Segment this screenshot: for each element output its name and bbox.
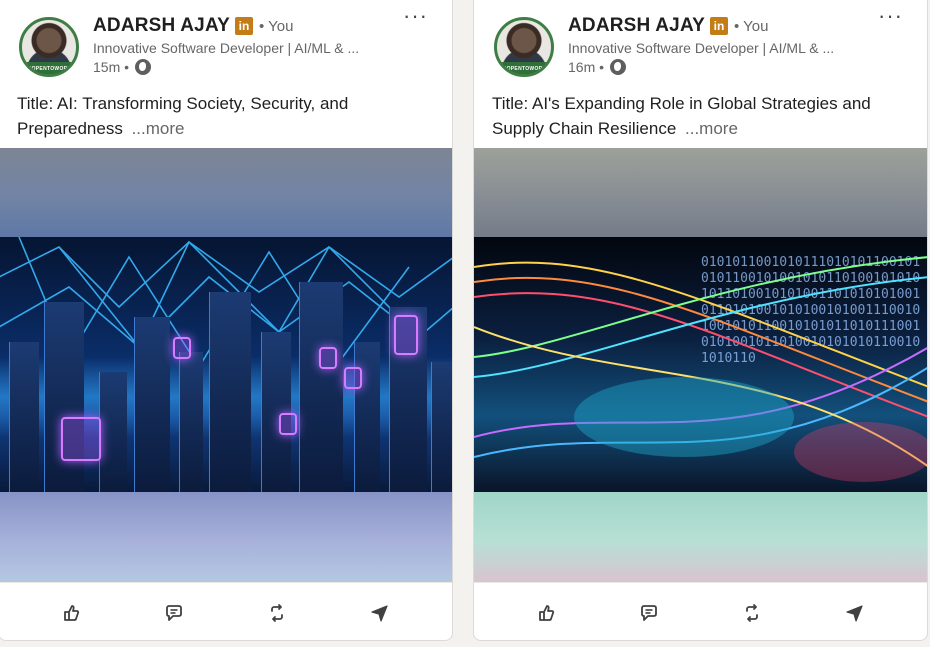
post-meta: 16m • [568,59,627,75]
feed: #OPENTOWORK ADARSH AJAY in • You Innovat… [0,0,930,647]
like-icon[interactable] [524,593,568,633]
post-time: 15m • [93,59,130,75]
repost-icon[interactable] [255,593,299,633]
security-node-icon [344,367,362,389]
media-blur-bottom [474,492,927,582]
post-time: 16m • [568,59,605,75]
send-icon[interactable] [358,593,402,633]
building [134,317,170,492]
author-name[interactable]: ADARSH AJAY [568,15,705,37]
building [179,352,203,492]
post-meta: 15m • [93,59,152,75]
send-icon[interactable] [833,593,877,633]
post-card: #OPENTOWORK ADARSH AJAY in • You Innovat… [0,0,453,641]
linkedin-badge-icon: in [710,17,728,35]
linkedin-badge-icon: in [235,17,253,35]
security-node-icon [61,417,101,461]
post-card: #OPENTOWORK ADARSH AJAY in • You Innovat… [473,0,928,641]
author-name[interactable]: ADARSH AJAY [93,15,230,37]
post-text: Title: AI's Expanding Role in Global Str… [492,91,912,141]
post-header: #OPENTOWORK ADARSH AJAY in • You Innovat… [474,0,927,85]
globe-icon [610,59,627,75]
post-media[interactable] [0,148,452,582]
see-more-link[interactable]: ...more [132,119,185,138]
building [209,292,251,492]
security-node-icon [279,413,297,435]
post-actions [0,582,452,640]
author-row: ADARSH AJAY in • You [93,15,293,37]
comment-icon[interactable] [627,593,671,633]
media-blur-bottom [0,492,452,582]
more-options-icon[interactable]: ··· [403,3,428,29]
author-headline: Innovative Software Developer | AI/ML & … [93,40,360,56]
building [299,282,343,492]
opentowork-label: #OPENTOWORK [503,66,547,72]
see-more-link[interactable]: ...more [685,119,738,138]
like-icon[interactable] [49,593,93,633]
post-body: Title: AI's Expanding Role in Global Str… [492,94,871,138]
media-blur-top [0,148,452,237]
security-node-icon [319,347,337,369]
building [431,362,452,492]
globe-icon [135,59,152,75]
avatar[interactable]: #OPENTOWORK [494,17,554,77]
opentowork-label: #OPENTOWORK [28,66,72,72]
global-data-streams-image[interactable]: 0101011001010111010101100101010110010100… [474,237,927,492]
building [9,342,39,492]
post-actions [474,582,927,640]
more-options-icon[interactable]: ··· [878,3,903,29]
author-headline: Innovative Software Developer | AI/ML & … [568,40,835,56]
avatar[interactable]: #OPENTOWORK [19,17,79,77]
neon-city-network-image[interactable] [0,237,452,492]
security-node-icon [173,337,191,359]
building [99,372,127,492]
building [354,342,380,492]
author-row: ADARSH AJAY in • You [568,15,768,37]
data-streams [474,256,927,482]
you-label: • You [259,17,294,35]
you-label: • You [734,17,769,35]
media-blur-top [474,148,927,237]
repost-icon[interactable] [730,593,774,633]
security-node-icon [394,315,418,355]
post-media[interactable]: 0101011001010111010101100101010110010100… [474,148,927,582]
comment-icon[interactable] [152,593,196,633]
building [261,332,291,492]
post-header: #OPENTOWORK ADARSH AJAY in • You Innovat… [0,0,452,85]
building [44,302,84,492]
post-text: Title: AI: Transforming Society, Securit… [17,91,437,141]
